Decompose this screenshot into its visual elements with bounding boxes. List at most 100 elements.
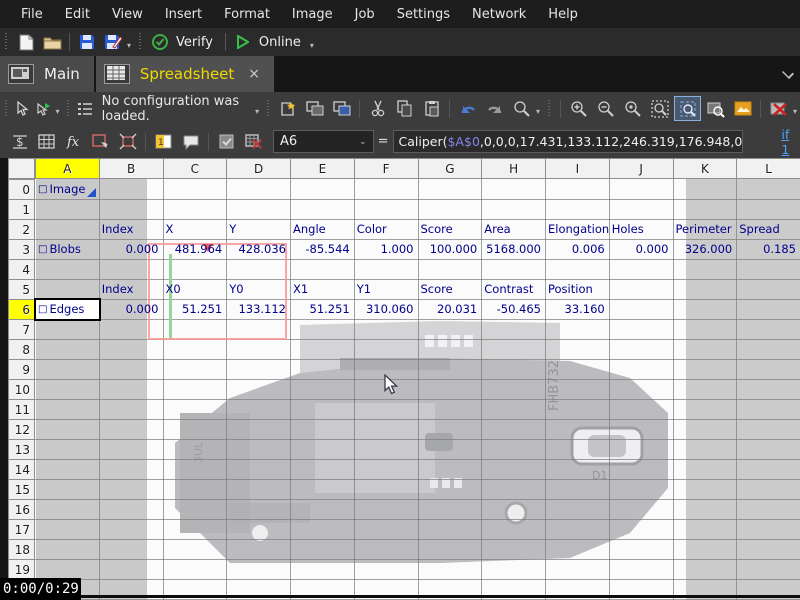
grid-cell[interactable]: [481, 519, 546, 540]
cell-G2[interactable]: Score: [418, 219, 482, 239]
grid-cell[interactable]: [673, 399, 738, 420]
grid-cell[interactable]: [99, 399, 164, 420]
grid-cell[interactable]: [163, 539, 228, 560]
grid-cell[interactable]: [354, 499, 419, 520]
cell-C6[interactable]: 51.251: [163, 299, 227, 319]
grid-cell[interactable]: [226, 519, 291, 540]
grid-cell[interactable]: [163, 199, 228, 220]
cell-K2[interactable]: Perimeter: [673, 219, 737, 239]
grid-cell[interactable]: [545, 559, 610, 580]
cell-G6[interactable]: 20.031: [418, 299, 482, 319]
grid-cell[interactable]: [673, 319, 738, 340]
cell-J2[interactable]: Holes: [609, 219, 673, 239]
grid-cell[interactable]: [226, 479, 291, 500]
redo-icon[interactable]: [482, 97, 507, 120]
grid-cell[interactable]: [609, 259, 674, 280]
grid-cell[interactable]: [545, 459, 610, 480]
insert-function-icon[interactable]: fx: [61, 130, 86, 153]
row-header-6[interactable]: 6: [8, 299, 35, 320]
row-header-15[interactable]: 15: [8, 479, 35, 500]
grid-cell[interactable]: [290, 459, 355, 480]
grid-cell[interactable]: [290, 179, 355, 200]
image-icon[interactable]: [730, 97, 755, 120]
grid-cell[interactable]: [99, 439, 164, 460]
toolbar-grip[interactable]: [4, 100, 8, 118]
row-header-10[interactable]: 10: [8, 379, 35, 400]
grid-cell[interactable]: [609, 319, 674, 340]
grid-cell[interactable]: [673, 439, 738, 460]
tab-close-icon[interactable]: ×: [248, 66, 260, 82]
grid-cell[interactable]: [99, 359, 164, 380]
grid-cell[interactable]: [163, 339, 228, 360]
grid-cell[interactable]: [673, 379, 738, 400]
grid-cell[interactable]: [163, 179, 228, 200]
cell-I3[interactable]: 0.006: [545, 239, 609, 259]
grid-cell[interactable]: [481, 539, 546, 560]
cell-reference-dropdown[interactable]: A6 ⌄: [273, 130, 374, 153]
grid-cell[interactable]: [99, 519, 164, 540]
verify-check-icon[interactable]: [148, 31, 172, 53]
grid-cell[interactable]: [736, 479, 800, 500]
grid-cell[interactable]: [609, 419, 674, 440]
grid-cell[interactable]: [418, 359, 483, 380]
cell-H2[interactable]: Area: [481, 219, 545, 239]
configuration-list-icon[interactable]: [75, 97, 94, 120]
grid-cell[interactable]: [354, 339, 419, 360]
cell-L2[interactable]: Spread: [736, 219, 800, 239]
menu-item-file[interactable]: File: [10, 3, 54, 26]
row-header-9[interactable]: 9: [8, 359, 35, 380]
cell-G3[interactable]: 100.000: [418, 239, 482, 259]
cell-H6[interactable]: -50.465: [481, 299, 545, 319]
grid-cell[interactable]: [736, 499, 800, 520]
grid-cell[interactable]: [673, 299, 738, 320]
grid-cell[interactable]: [736, 519, 800, 540]
grid-cell[interactable]: [673, 499, 738, 520]
zoom-fit-icon[interactable]: [674, 96, 701, 121]
grid-cell[interactable]: [290, 439, 355, 460]
grid-cell[interactable]: [35, 379, 100, 400]
menu-item-edit[interactable]: Edit: [54, 3, 101, 26]
row-header-19[interactable]: 19: [8, 559, 35, 580]
column-header-E[interactable]: E: [290, 158, 355, 179]
grid-cell[interactable]: [481, 359, 546, 380]
grid-cell[interactable]: [736, 359, 800, 380]
column-header-H[interactable]: H: [481, 158, 546, 179]
grid-cell[interactable]: [163, 459, 228, 480]
grid-cell[interactable]: [163, 519, 228, 540]
grid-cell[interactable]: [673, 339, 738, 360]
grid-cell[interactable]: [736, 179, 800, 200]
grid-cell[interactable]: [290, 359, 355, 380]
cell-D2[interactable]: Y: [226, 219, 290, 239]
row-header-2[interactable]: 2: [8, 219, 35, 240]
grid-cell[interactable]: [609, 279, 674, 300]
grid-cell[interactable]: [354, 539, 419, 560]
cell-E2[interactable]: Angle: [290, 219, 354, 239]
contrast-overlay-icon[interactable]: 1: [151, 130, 176, 153]
undo-icon[interactable]: [455, 97, 480, 120]
grid-cell[interactable]: [673, 199, 738, 220]
grid-cell[interactable]: [481, 399, 546, 420]
grid-cell[interactable]: [673, 519, 738, 540]
grid-cell[interactable]: [35, 359, 100, 380]
zoom-in-icon[interactable]: [566, 97, 591, 120]
delete-image-icon[interactable]: [766, 97, 791, 120]
grid-cell[interactable]: [354, 259, 419, 280]
comment-icon[interactable]: [178, 130, 203, 153]
menu-item-help[interactable]: Help: [537, 3, 589, 26]
grid-cell[interactable]: [290, 479, 355, 500]
grid-cell[interactable]: [99, 539, 164, 560]
grid-cell[interactable]: [545, 499, 610, 520]
grid-cell[interactable]: [481, 439, 546, 460]
grid-cell[interactable]: [418, 479, 483, 500]
cell-C3[interactable]: 481.964: [163, 239, 227, 259]
grid-cell[interactable]: [481, 379, 546, 400]
grid-cell[interactable]: [736, 439, 800, 460]
grid-cell[interactable]: [99, 499, 164, 520]
grid-cell[interactable]: [481, 319, 546, 340]
grid-cell[interactable]: [163, 479, 228, 500]
configuration-dropdown-arrow[interactable]: ▾: [255, 107, 259, 116]
tab-main[interactable]: Main: [0, 56, 94, 92]
run-job-icon[interactable]: [34, 97, 53, 120]
grid-cell[interactable]: [290, 559, 355, 580]
cell-B2[interactable]: Index: [99, 219, 163, 239]
